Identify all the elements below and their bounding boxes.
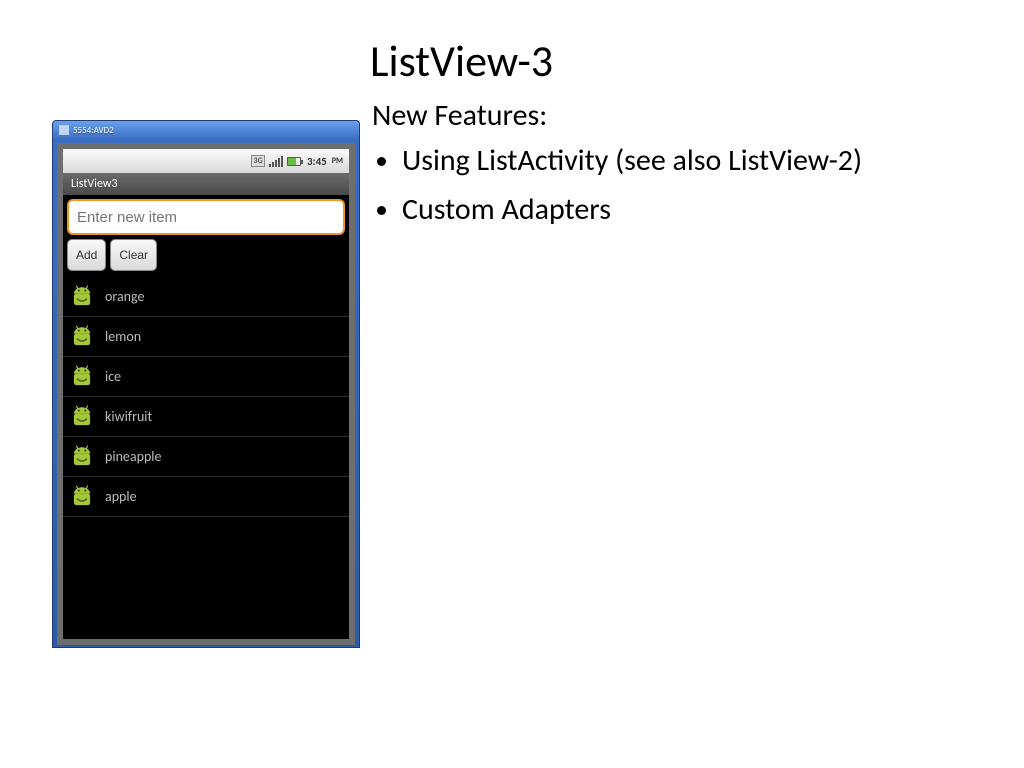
status-ampm: PM — [332, 156, 343, 166]
add-button[interactable]: Add — [67, 239, 106, 271]
list-item[interactable]: kiwifruit — [63, 397, 349, 437]
app-title: ListView3 — [71, 177, 118, 191]
slide-body: New Features: Using ListActivity (see al… — [372, 96, 932, 239]
emulator-body: 3G 3:45 PM ListView3 Add Clear — [57, 143, 355, 645]
status-time: 3:45 — [307, 155, 327, 168]
emulator-app-icon — [59, 125, 69, 135]
battery-icon — [287, 154, 301, 168]
list-view[interactable]: orange lemon ice — [63, 277, 349, 517]
bullet-item: Custom Adapters — [402, 190, 932, 229]
list-item[interactable]: lemon — [63, 317, 349, 357]
emulator-window: 5554:AVD2 3G 3:45 PM ListView3 — [52, 120, 360, 648]
android-icon — [69, 324, 95, 350]
list-item-label: apple — [105, 488, 137, 505]
android-icon — [69, 444, 95, 470]
network-3g-icon: 3G — [251, 154, 265, 168]
phone-screen: 3G 3:45 PM ListView3 Add Clear — [63, 149, 349, 639]
app-title-bar: ListView3 — [63, 173, 349, 195]
signal-icon — [269, 154, 283, 168]
list-item-label: pineapple — [105, 448, 162, 465]
android-icon — [69, 404, 95, 430]
slide-subtitle: New Features: — [372, 96, 932, 135]
list-item-label: lemon — [105, 328, 141, 345]
list-item[interactable]: apple — [63, 477, 349, 517]
bullet-item: Using ListActivity (see also ListView-2) — [402, 141, 932, 180]
android-icon — [69, 484, 95, 510]
list-item-label: orange — [105, 288, 144, 305]
input-row — [63, 195, 349, 237]
list-item[interactable]: orange — [63, 277, 349, 317]
slide-title: ListView-3 — [370, 34, 553, 88]
emulator-window-title: 5554:AVD2 — [73, 125, 114, 136]
emulator-titlebar: 5554:AVD2 — [53, 121, 359, 139]
clear-button[interactable]: Clear — [110, 239, 157, 271]
android-icon — [69, 284, 95, 310]
list-item[interactable]: pineapple — [63, 437, 349, 477]
list-item[interactable]: ice — [63, 357, 349, 397]
list-item-label: ice — [105, 368, 121, 385]
list-item-label: kiwifruit — [105, 408, 152, 425]
android-icon — [69, 364, 95, 390]
new-item-input[interactable] — [67, 199, 345, 235]
button-row: Add Clear — [63, 237, 349, 277]
status-bar: 3G 3:45 PM — [63, 149, 349, 173]
